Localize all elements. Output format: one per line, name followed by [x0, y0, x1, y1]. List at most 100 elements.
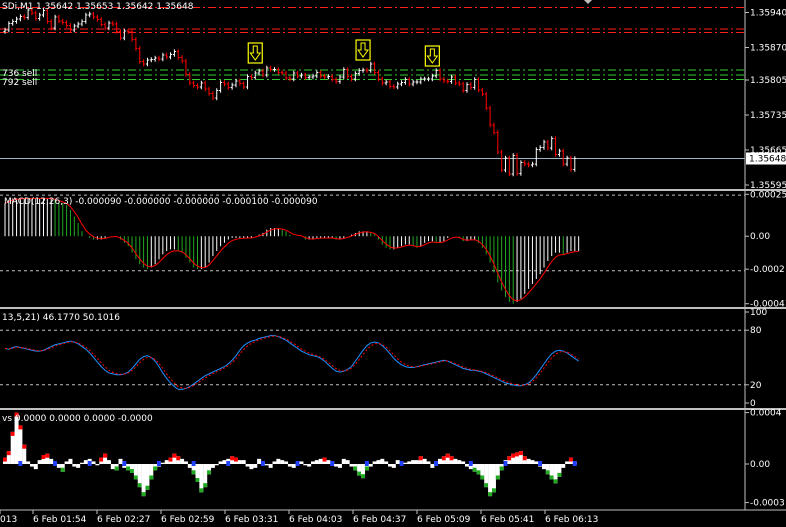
volume-bar	[264, 464, 269, 466]
volume-bar	[222, 460, 227, 464]
volume-bar	[118, 458, 123, 464]
volume-bar	[391, 464, 396, 468]
macd-tick-label: 0.00	[750, 232, 770, 242]
volume-bar-cap	[480, 475, 485, 480]
volume-bar	[284, 461, 289, 464]
volume-bar	[534, 461, 539, 464]
sell-signal-icon[interactable]	[355, 39, 371, 61]
volume-bar-cap	[499, 466, 504, 471]
arrow-down-icon	[426, 48, 439, 64]
ohlc-readout: 1.35642 1.35653 1.35642 1.35648	[36, 2, 194, 12]
volume-bar-cap	[60, 467, 65, 472]
volume-bar	[388, 464, 392, 467]
stochastic-panel[interactable]: 100 80 20 0	[0, 308, 767, 409]
volume-bar-cap	[484, 483, 489, 488]
current-price-label: 1.35648	[749, 155, 786, 165]
volume-bar	[491, 464, 496, 493]
stoch-tick-label: 100	[750, 308, 767, 318]
time-tick-label: 6 Feb 06:13	[545, 515, 598, 525]
volume-bar	[461, 461, 466, 464]
volume-bar-cap	[507, 456, 512, 461]
volume-bar-marker	[191, 461, 196, 466]
volume-bar	[407, 461, 412, 464]
volume-bar-cap	[476, 470, 481, 475]
stoch-tick-label: 80	[750, 326, 762, 336]
volume-bar-marker	[434, 461, 439, 466]
panel-frames	[0, 0, 786, 511]
volume-bar	[110, 464, 115, 470]
volume-bar-cap	[153, 466, 158, 471]
volume-bar-marker	[260, 461, 265, 466]
time-tick-label: 6 Feb 04:03	[289, 515, 342, 525]
macd-tick-label: -0.0002	[750, 265, 785, 275]
volume-bar	[561, 464, 566, 468]
volume-bar	[453, 458, 458, 464]
volume-bar-marker	[399, 461, 404, 466]
volume-bar-marker	[572, 461, 577, 466]
volume-bar-marker	[503, 461, 508, 466]
volume-tick-label: 0.00	[750, 460, 770, 470]
volume-bar	[106, 460, 111, 464]
arrow-down-icon	[249, 45, 262, 61]
volume-bar	[526, 458, 531, 464]
volume-bar-cap	[22, 444, 27, 449]
volume-bar	[438, 458, 443, 464]
volume-bar	[287, 464, 292, 467]
volume-bar	[341, 458, 346, 464]
volume-bar-cap	[133, 475, 138, 480]
volume-bar	[380, 458, 385, 464]
volume-bar	[214, 464, 219, 466]
volume-bar	[368, 464, 373, 467]
volume-bar	[249, 464, 254, 470]
volume-bar	[291, 464, 296, 468]
volume-bar-cap	[6, 451, 11, 456]
scroll-marker-icon[interactable]	[584, 0, 592, 4]
volume-bar-cap	[172, 453, 177, 458]
chart-canvas[interactable]: 1.359401.358701.358051.357351.356651.355…	[0, 0, 786, 527]
macd-title: MACD(12,26,3) -0.000090 -0.000000 -0.000…	[4, 197, 318, 207]
time-tick-label: 6 Feb 01:54	[33, 515, 87, 525]
volume-bar-marker	[87, 461, 92, 466]
volume-bar-cap	[553, 479, 558, 484]
price-tick-label: 1.35805	[750, 76, 786, 86]
volume-bar	[56, 464, 61, 468]
volume-bar-marker	[538, 461, 543, 466]
volume-bar	[95, 464, 100, 466]
time-tick-label: 6 Feb 05:09	[417, 515, 471, 525]
volume-bar-cap	[522, 456, 527, 461]
volume-bar-cap	[203, 483, 208, 488]
volume-bar-cap	[441, 456, 446, 461]
volume-bar-cap	[207, 470, 212, 475]
macd-panel[interactable]: 0.0002550.00-0.0002-0.00041	[0, 190, 786, 310]
volume-bar-cap	[361, 474, 366, 479]
volume-bar	[430, 464, 435, 468]
volume-bar	[187, 464, 192, 468]
volume-bar-cap	[199, 488, 204, 493]
volume-bar	[268, 464, 273, 468]
volume-bar	[318, 458, 323, 464]
volume-bar-cap	[515, 452, 520, 457]
volume-bar	[414, 460, 419, 464]
volume-bar	[345, 460, 350, 464]
price-panel[interactable]: 1.359401.358701.358051.357351.356651.355…	[0, 0, 786, 191]
volume-bar-cap	[176, 456, 181, 461]
volume-bar	[411, 460, 416, 464]
volume-bar-cap	[18, 425, 23, 430]
volume-bar	[83, 460, 88, 464]
volume-tick-label: -0.0003	[750, 499, 785, 509]
volume-bar-cap	[41, 455, 46, 459]
volume-bar	[26, 461, 31, 464]
price-tick-label: 1.35870	[750, 44, 786, 54]
volume-bar	[426, 461, 431, 464]
volume-bar	[384, 461, 389, 464]
volume-bar	[311, 461, 315, 464]
volume-bar-marker	[295, 461, 300, 466]
volume-bar-cap	[168, 457, 173, 462]
sell-signal-icon[interactable]	[424, 45, 440, 67]
volume-bar-cap	[126, 466, 131, 471]
volume-bar-cap	[234, 457, 238, 462]
sell-signal-icon[interactable]	[247, 42, 263, 64]
volume-bar	[80, 462, 84, 464]
price-tick-label: 1.35735	[750, 111, 786, 121]
volume-bar	[395, 460, 400, 464]
